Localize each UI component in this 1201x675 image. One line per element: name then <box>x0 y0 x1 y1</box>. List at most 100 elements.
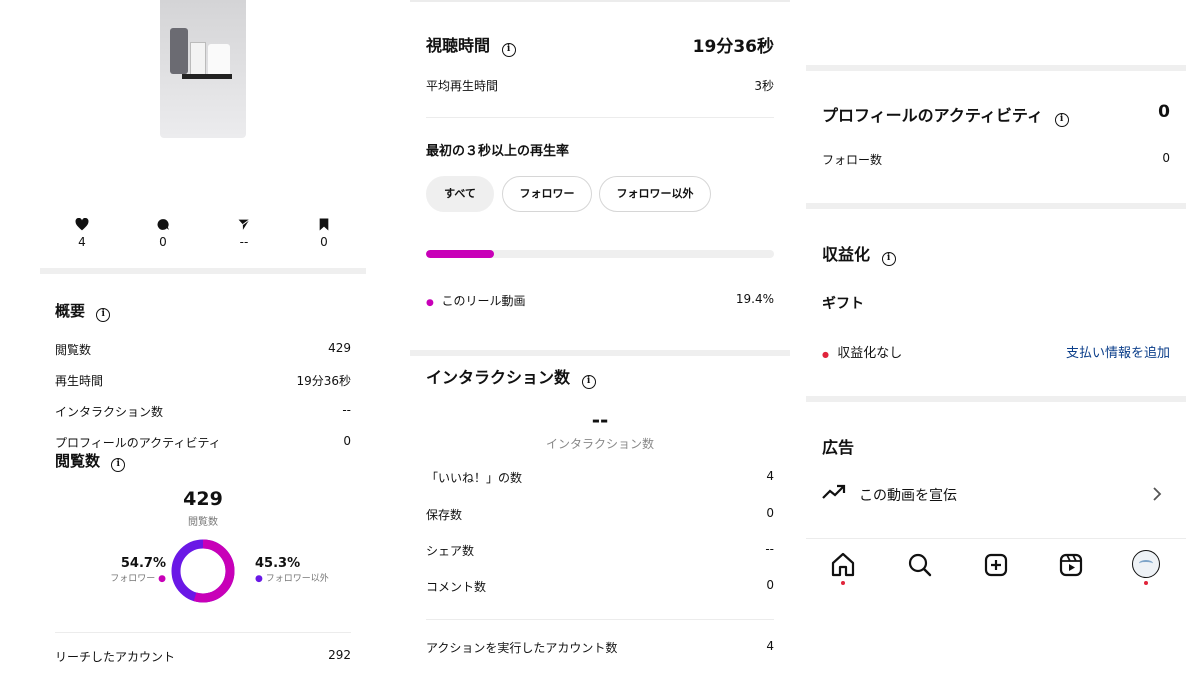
trending-up-icon <box>822 484 846 499</box>
info-icon[interactable]: i <box>881 252 896 266</box>
row-value: 19分36秒 <box>296 374 351 388</box>
nav-top-border <box>806 538 1186 539</box>
info-icon[interactable]: i <box>501 43 516 57</box>
gift-label: ギフト <box>822 296 864 312</box>
nav-reels[interactable] <box>1056 550 1086 580</box>
stat-shares: -- <box>232 216 256 249</box>
tab-non-followers[interactable]: フォロワー以外 <box>599 176 711 212</box>
ads-title: 広告 <box>822 438 855 457</box>
search-icon <box>908 553 932 577</box>
stat-value: 0 <box>159 235 167 249</box>
interactions-title-text: インタラクション数 <box>426 368 571 387</box>
row-label: インタラクション数 <box>55 405 164 419</box>
views-title-text: 閲覧数 <box>55 452 101 470</box>
post-stats: 4 0 -- 0 <box>40 216 366 256</box>
bookmark-icon <box>319 218 329 231</box>
interactions-big-label: インタラクション数 <box>545 437 654 451</box>
nonfollower-share: 45.3% ● フォロワー以外 <box>255 556 329 584</box>
divider-line <box>426 619 774 620</box>
row-value: 0 <box>1162 151 1170 165</box>
nav-profile[interactable] <box>1132 550 1162 585</box>
row-label: 再生時間 <box>55 374 104 388</box>
watch-time-title-text: 視聴時間 <box>426 36 491 55</box>
tab-all[interactable]: すべて <box>426 176 494 212</box>
interactions-title: インタラクション数 i <box>426 364 596 389</box>
retention-bar-fill <box>426 250 494 258</box>
info-icon[interactable]: i <box>1054 113 1069 127</box>
stat-value: 4 <box>78 235 86 249</box>
row-value: -- <box>342 403 351 417</box>
nonfollower-pct: 45.3% <box>255 556 301 571</box>
views-donut-chart <box>171 539 235 603</box>
row-value: -- <box>765 542 774 556</box>
status-dot: ● <box>822 350 829 359</box>
monetization-title-text: 収益化 <box>822 245 871 264</box>
top-border <box>410 0 790 2</box>
legend-value: 19.4% <box>735 292 774 306</box>
divider-line <box>55 632 351 633</box>
stat-value: -- <box>239 235 249 249</box>
create-icon <box>984 553 1008 577</box>
row-label: 閲覧数 <box>55 343 92 357</box>
row-label: リーチしたアカウント <box>55 650 176 664</box>
promote-row[interactable]: この動画を宣伝 <box>822 478 1170 510</box>
profile-avatar <box>1132 550 1160 578</box>
nav-home-dot <box>841 581 845 585</box>
row-value: 429 <box>328 341 351 355</box>
home-icon <box>831 552 855 577</box>
info-icon[interactable]: i <box>96 308 111 322</box>
heart-icon <box>75 217 89 231</box>
reel-insights-middle: 視聴時間 i 19分36秒 平均再生時間 3秒 最初の３秒以上の再生率 すべて … <box>410 0 790 675</box>
nav-search[interactable] <box>905 550 935 580</box>
row-label: プロフィールのアクティビティ <box>55 436 221 450</box>
views-title: 閲覧数 i <box>55 450 351 472</box>
promote-label: この動画を宣伝 <box>859 488 957 504</box>
row-value: 4 <box>766 639 774 653</box>
chevron-right-icon <box>1153 487 1162 501</box>
overview-title: 概要 i <box>55 300 351 322</box>
row-label: 保存数 <box>426 508 463 522</box>
profile-activity-title: プロフィールのアクティビティ i <box>822 102 1069 127</box>
section-divider <box>410 350 790 356</box>
row-label: シェア数 <box>426 544 475 558</box>
stat-likes: 4 <box>70 216 94 249</box>
info-icon[interactable]: i <box>111 458 126 472</box>
watch-time-value: 19分36秒 <box>692 37 774 57</box>
section-divider <box>806 65 1186 71</box>
retention-bar <box>426 250 774 258</box>
stat-comments: 0 <box>151 216 175 249</box>
section-divider <box>40 268 366 274</box>
row-label: 平均再生時間 <box>426 79 499 93</box>
stat-saves: 0 <box>312 216 336 249</box>
monetization-title: 収益化 i <box>822 241 896 266</box>
nav-create[interactable] <box>981 550 1011 580</box>
comment-icon <box>157 219 169 230</box>
profile-activity-title-text: プロフィールのアクティビティ <box>822 106 1043 125</box>
watch-time-title: 視聴時間 i <box>426 32 516 57</box>
tab-followers[interactable]: フォロワー <box>502 176 592 212</box>
row-value: 4 <box>766 469 774 483</box>
add-payment-link[interactable]: 支払い情報を追加 <box>1066 342 1170 361</box>
interactions-big-value: -- <box>591 408 609 432</box>
info-icon[interactable]: i <box>581 375 596 389</box>
monetization-status: ● 収益化なし <box>822 342 902 361</box>
nav-home[interactable] <box>828 550 858 585</box>
row-value: 0 <box>766 506 774 520</box>
reels-icon <box>1059 553 1083 577</box>
profile-activity-value: 0 <box>1158 102 1170 122</box>
divider-line <box>426 117 774 118</box>
retention-title: 最初の３秒以上の再生率 <box>426 144 570 159</box>
views-total-label: 閲覧数 <box>188 517 218 528</box>
reel-insights-left: 4 0 -- 0 概要 i 閲覧数 429 再生時間 19分36秒 インタラクション… <box>40 0 366 675</box>
views-total: 429 <box>183 488 223 510</box>
overview-title-text: 概要 <box>55 302 86 320</box>
row-label: フォロー数 <box>822 153 883 167</box>
row-value: 0 <box>766 578 774 592</box>
section-divider <box>806 203 1186 209</box>
row-label: 「いいね！」の数 <box>426 471 523 485</box>
nonfollower-label: フォロワー以外 <box>265 574 329 584</box>
reel-thumbnail[interactable] <box>160 0 246 138</box>
follower-dot: ● <box>158 574 166 584</box>
legend-label: このリール動画 <box>441 294 526 308</box>
nonfollower-dot: ● <box>255 574 263 584</box>
